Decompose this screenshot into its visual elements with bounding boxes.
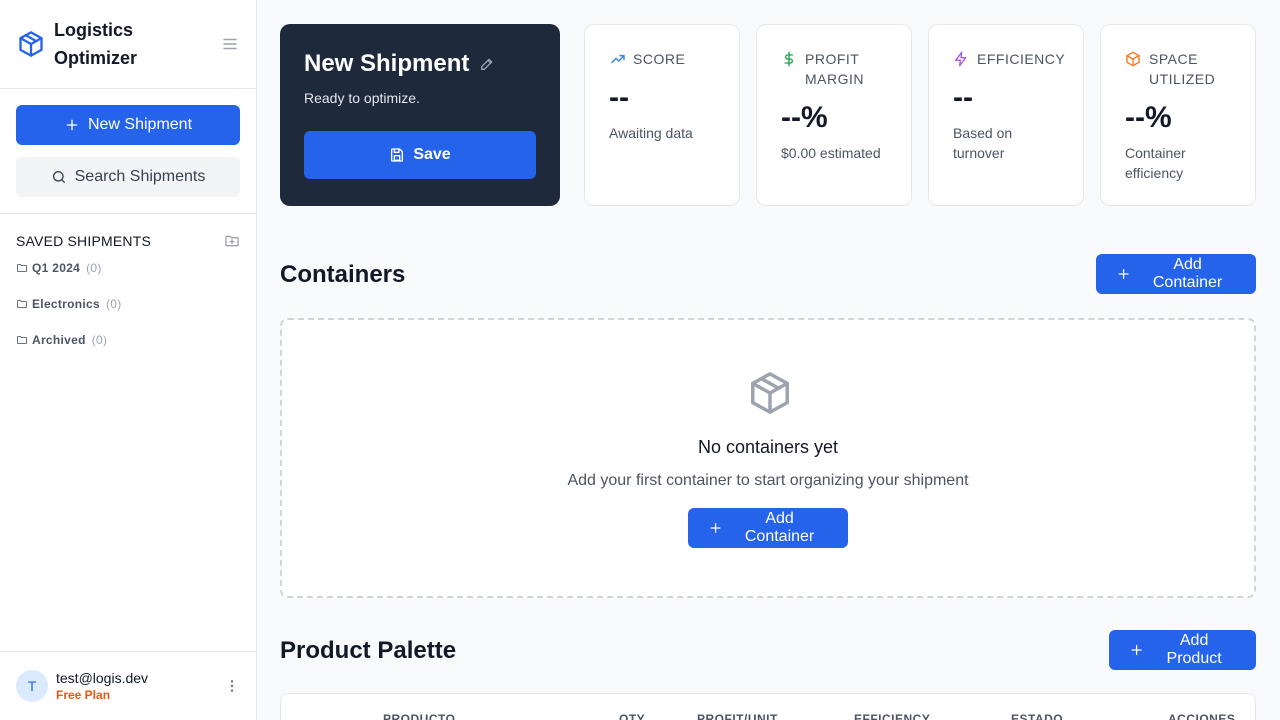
folder-list: Q1 2024 (0) Electronics (0) Archived (0) [16,250,240,358]
saved-shipments-title: SAVED SHIPMENTS [16,233,151,249]
stat-value: --% [1125,101,1172,134]
new-shipment-button[interactable]: New Shipment [16,105,240,145]
user-bar: T test@logis.dev Free Plan [0,651,256,720]
search-shipments-label: Search Shipments [74,168,206,185]
main-content: New Shipment Ready to optimize. Save SCO… [257,0,1280,720]
more-vertical-icon[interactable] [224,678,240,694]
folder-icon [17,336,27,344]
search-icon [52,171,65,183]
package-icon [1125,51,1141,67]
new-shipment-label: New Shipment [87,116,193,133]
add-container-label: Add Container [744,510,815,545]
add-container-empty-button[interactable]: Add Container [688,508,848,548]
stat-card-efficiency: EFFICIENCY -- Based on turnover [928,24,1084,206]
save-icon [391,148,404,162]
stat-card-profit-margin: PROFIT MARGIN --% $0.00 estimated [756,24,912,206]
trending-up-icon [609,51,625,67]
folder-name: Q1 2024 [32,261,81,275]
add-container-label: Add Container [1152,256,1223,291]
column-header-acciones[interactable]: ACCIONES [1168,712,1235,720]
stat-value: --% [781,101,828,134]
column-header-profit-unit[interactable]: PROFIT/UNIT [697,712,778,720]
plus-icon [1118,268,1129,280]
hamburger-menu-icon[interactable] [220,34,240,54]
shipment-title: New Shipment [304,50,470,77]
stat-value: -- [953,81,973,114]
stat-card-score: SCORE -- Awaiting data [584,24,740,206]
folder-item-archived[interactable]: Archived (0) [16,322,240,358]
pencil-icon[interactable] [479,56,495,72]
plus-icon [710,522,721,534]
plan-badge: Free Plan [56,688,111,702]
avatar[interactable]: T [16,670,48,702]
stat-note: Based on turnover [953,125,1013,161]
add-container-button[interactable]: Add Container [1096,254,1256,294]
product-table-header: PRODUCTO QTY PROFIT/UNIT EFFICIENCY ESTA… [280,693,1256,720]
save-button[interactable]: Save [304,131,536,179]
plus-icon [66,119,78,131]
stat-note: Container efficiency [1125,145,1186,181]
column-header-efficiency[interactable]: EFFICIENCY [854,712,930,720]
column-header-producto[interactable]: PRODUCTO [383,712,455,720]
plus-icon [1131,644,1142,656]
stat-label: EFFICIENCY [977,51,1066,67]
folder-count: (0) [86,261,102,275]
folder-name: Electronics [32,297,100,311]
folder-icon [17,264,27,272]
column-header-qty[interactable]: QTY [619,712,645,720]
folder-count: (0) [106,297,122,311]
product-palette-title: Product Palette [280,637,457,664]
stat-label: SPACE UTILIZED [1149,51,1216,87]
add-product-button[interactable]: Add Product [1109,630,1256,670]
shipment-subtitle: Ready to optimize. [304,90,420,106]
stat-note: Awaiting data [609,125,693,141]
stat-label: SCORE [633,51,686,67]
search-shipments-button[interactable]: Search Shipments [16,157,240,197]
user-email: test@logis.dev [56,670,149,686]
folder-plus-icon[interactable] [224,233,240,249]
lightning-icon [953,51,969,67]
column-header-estado[interactable]: ESTADO [1011,712,1063,720]
containers-title: Containers [280,261,406,288]
saved-shipments-section: SAVED SHIPMENTS Q1 2024 (0) Electronics … [0,214,256,358]
package-logo-icon [16,29,46,59]
sidebar-actions: New Shipment Search Shipments [0,89,256,214]
stat-value: -- [609,81,629,114]
brand-header: Logistics Optimizer [0,0,256,89]
sidebar: Logistics Optimizer New Shipment Search … [0,0,257,720]
containers-empty-state: No containers yet Add your first contain… [280,318,1256,598]
shipment-hero-card: New Shipment Ready to optimize. Save [280,24,560,206]
folder-icon [17,300,27,308]
add-product-label: Add Product [1166,632,1222,667]
folder-count: (0) [91,333,108,347]
package-icon [747,370,793,416]
empty-subtitle: Add your first container to start organi… [567,472,969,489]
stat-card-space-utilized: SPACE UTILIZED --% Container efficiency [1100,24,1256,206]
dollar-icon [781,51,797,67]
empty-title: No containers yet [697,437,839,457]
stat-note: $0.00 estimated [781,145,881,161]
app-title: Logistics Optimizer [54,20,138,68]
save-label: Save [413,146,451,163]
folder-item-q1-2024[interactable]: Q1 2024 (0) [16,250,240,286]
folder-name: Archived [32,333,86,347]
folder-item-electronics[interactable]: Electronics (0) [16,286,240,322]
stat-label: PROFIT MARGIN [805,51,864,87]
